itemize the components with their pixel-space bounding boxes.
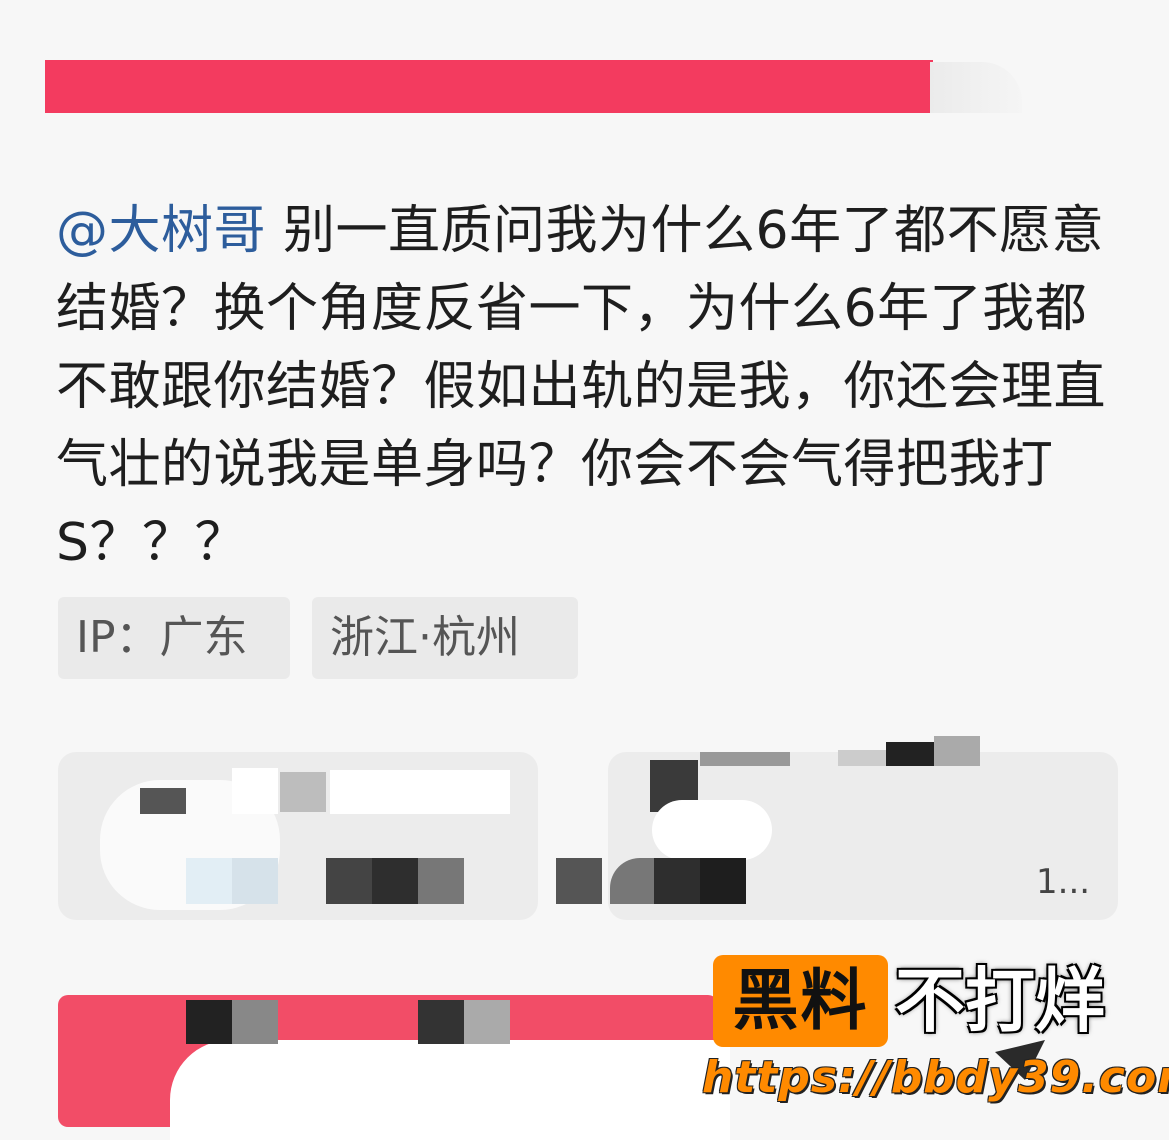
mosaic-block [654,858,700,904]
redacted-header-bar [45,60,933,113]
watermark-logo: 黑料 [713,955,888,1047]
blur-patch [652,800,772,860]
mention-link[interactable]: @大树哥 [56,201,266,261]
mosaic-block [232,1000,278,1044]
mosaic-block [280,772,326,812]
mosaic-block [700,752,790,766]
mosaic-block [186,1000,232,1044]
truncated-text: 1... [1036,862,1091,902]
redacted-header-fade [930,62,1022,113]
mosaic-block [556,858,602,904]
mosaic-block [372,858,418,904]
blur-patch [170,1040,730,1140]
city-tag: 浙江·杭州 [312,597,578,679]
mosaic-block [330,770,510,814]
mosaic-block [700,858,746,904]
mosaic-block [186,858,232,904]
mosaic-block [232,768,278,814]
screenshot-page: @大树哥 别一直质问我为什么6年了都不愿意结婚？换个角度反省一下，为什么6年了我… [0,0,1169,1140]
mosaic-block [886,742,934,766]
mosaic-block [418,858,464,904]
mosaic-block [232,858,278,904]
watermark-url: https://bbdy39.com [702,1052,1169,1103]
comment-text: @大树哥 别一直质问我为什么6年了都不愿意结婚？换个角度反省一下，为什么6年了我… [56,192,1126,582]
mosaic-block [464,1000,510,1044]
mosaic-block [418,1000,464,1044]
mosaic-block [934,736,980,766]
mosaic-block [140,788,186,814]
watermark-slogan: 不打烊 [895,960,1105,1042]
mosaic-block [326,858,372,904]
ip-location-tag: IP：广东 [58,597,290,679]
mosaic-block [838,750,886,766]
